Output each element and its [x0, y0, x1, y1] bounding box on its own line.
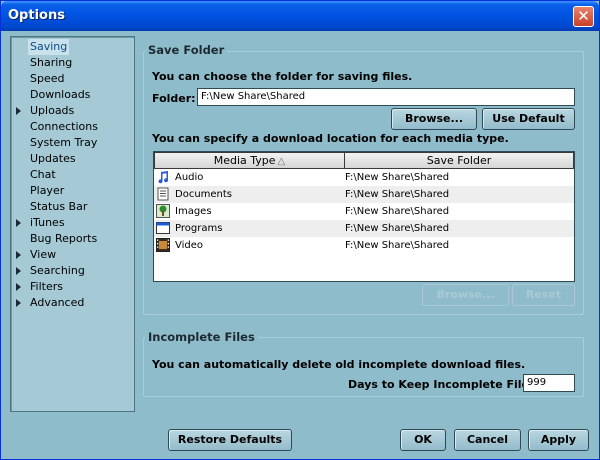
options-window: Options ✕ Saving Sharing Speed Downloads… — [0, 0, 600, 460]
save-folder-cell: F:\New Share\Shared — [345, 223, 450, 234]
tree-item-player[interactable]: Player — [11, 183, 134, 199]
tree-item-label: Updates — [30, 152, 76, 165]
column-header-save-folder[interactable]: Save Folder — [344, 152, 574, 169]
tree-item-itunes[interactable]: iTunes — [11, 215, 134, 231]
document-icon — [157, 187, 169, 201]
save-folder-cell: F:\New Share\Shared — [345, 206, 450, 217]
save-folder-cell: F:\New Share\Shared — [345, 240, 450, 251]
video-icon — [156, 238, 170, 252]
table-row[interactable]: Video F:\New Share\Shared — [154, 237, 574, 254]
tree-item-label: Bug Reports — [30, 232, 98, 245]
expand-arrow-icon[interactable] — [16, 107, 21, 115]
table-row[interactable]: Images F:\New Share\Shared — [154, 203, 574, 220]
restore-defaults-button[interactable]: Restore Defaults — [168, 429, 292, 451]
table-row[interactable]: Programs F:\New Share\Shared — [154, 220, 574, 237]
tree-item-chat[interactable]: Chat — [11, 167, 134, 183]
save-folder-description: You can choose the folder for saving fil… — [152, 70, 413, 83]
folder-label: Folder: — [152, 92, 196, 105]
tree-item-label: iTunes — [30, 216, 65, 229]
incomplete-files-title: Incomplete Files — [145, 330, 258, 344]
tree-item-label: Uploads — [30, 104, 75, 117]
column-header-label: Media Type — [213, 154, 276, 167]
tree-item-searching[interactable]: Searching — [11, 263, 134, 279]
tree-item-sharing[interactable]: Sharing — [11, 55, 134, 71]
tree-item-label: System Tray — [30, 136, 98, 149]
save-folder-cell: F:\New Share\Shared — [345, 189, 450, 200]
tree-item-label: Player — [30, 184, 65, 197]
ok-button[interactable]: OK — [400, 429, 446, 451]
title-bar[interactable]: Options ✕ — [1, 1, 599, 31]
expand-arrow-icon[interactable] — [16, 267, 21, 275]
apply-button[interactable]: Apply — [528, 429, 589, 451]
expand-arrow-icon[interactable] — [16, 299, 21, 307]
sort-ascending-icon: △ — [277, 156, 286, 167]
tree-item-system-tray[interactable]: System Tray — [11, 135, 134, 151]
tree-item-uploads[interactable]: Uploads — [11, 103, 134, 119]
expand-arrow-icon[interactable] — [16, 251, 21, 259]
media-type-cell: Images — [175, 206, 212, 217]
save-folder-title: Save Folder — [145, 43, 228, 57]
tree-item-view[interactable]: View — [11, 247, 134, 263]
audio-icon — [158, 171, 169, 184]
table-header: Media Type △ Save Folder — [154, 152, 574, 169]
expand-arrow-icon[interactable] — [16, 219, 21, 227]
table-row[interactable]: Documents F:\New Share\Shared — [154, 186, 574, 203]
folder-input[interactable]: F:\New Share\Shared — [197, 88, 575, 106]
tree-item-downloads[interactable]: Downloads — [11, 87, 134, 103]
tree-item-label: Searching — [30, 264, 85, 277]
media-type-cell: Video — [175, 240, 204, 251]
table-browse-button[interactable]: Browse... — [422, 284, 509, 306]
tree-item-advanced[interactable]: Advanced — [11, 295, 134, 311]
tree-item-saving[interactable]: Saving — [11, 39, 134, 55]
column-header-media-type[interactable]: Media Type △ — [154, 152, 345, 169]
tree-item-label: Advanced — [30, 296, 85, 309]
days-input[interactable]: 999 — [523, 374, 575, 392]
tree-item-label: Connections — [30, 120, 98, 133]
browse-button[interactable]: Browse... — [391, 108, 477, 130]
tree-item-label: Status Bar — [30, 200, 88, 213]
media-description: You can specify a download location for … — [152, 132, 509, 145]
tree-item-connections[interactable]: Connections — [11, 119, 134, 135]
client-area: Saving Sharing Speed Downloads Uploads C… — [4, 31, 596, 458]
tree-item-label: Sharing — [30, 56, 73, 69]
save-folder-cell: F:\New Share\Shared — [345, 172, 450, 183]
tree-item-label: Chat — [30, 168, 56, 181]
tree-item-label: View — [30, 248, 57, 261]
tree-item-bug-reports[interactable]: Bug Reports — [11, 231, 134, 247]
use-default-button[interactable]: Use Default — [482, 108, 575, 130]
incomplete-description: You can automatically delete old incompl… — [152, 358, 526, 371]
expand-arrow-icon[interactable] — [16, 283, 21, 291]
tree-item-updates[interactable]: Updates — [11, 151, 134, 167]
program-icon — [156, 222, 170, 234]
window-title: Options — [8, 8, 65, 23]
media-type-cell: Documents — [175, 189, 233, 200]
options-tree: Saving Sharing Speed Downloads Uploads C… — [10, 36, 135, 412]
media-type-table: Media Type △ Save Folder Audio F:\New Sha… — [153, 151, 575, 282]
table-reset-button[interactable]: Reset — [512, 284, 575, 306]
media-type-cell: Audio — [175, 172, 204, 183]
table-row[interactable]: Audio F:\New Share\Shared — [154, 169, 574, 186]
tree-item-label: Downloads — [30, 88, 91, 101]
tree-item-speed[interactable]: Speed — [11, 71, 134, 87]
tree-item-label: Speed — [30, 72, 65, 85]
media-type-cell: Programs — [175, 223, 223, 234]
cancel-button[interactable]: Cancel — [454, 429, 521, 451]
tree-item-label: Filters — [30, 280, 63, 293]
tree-item-filters[interactable]: Filters — [11, 279, 134, 295]
close-button[interactable]: ✕ — [573, 6, 594, 27]
days-label: Days to Keep Incomplete Files: — [348, 378, 540, 391]
tree-item-label: Saving — [28, 39, 70, 55]
image-icon — [156, 204, 170, 218]
tree-item-status-bar[interactable]: Status Bar — [11, 199, 134, 215]
